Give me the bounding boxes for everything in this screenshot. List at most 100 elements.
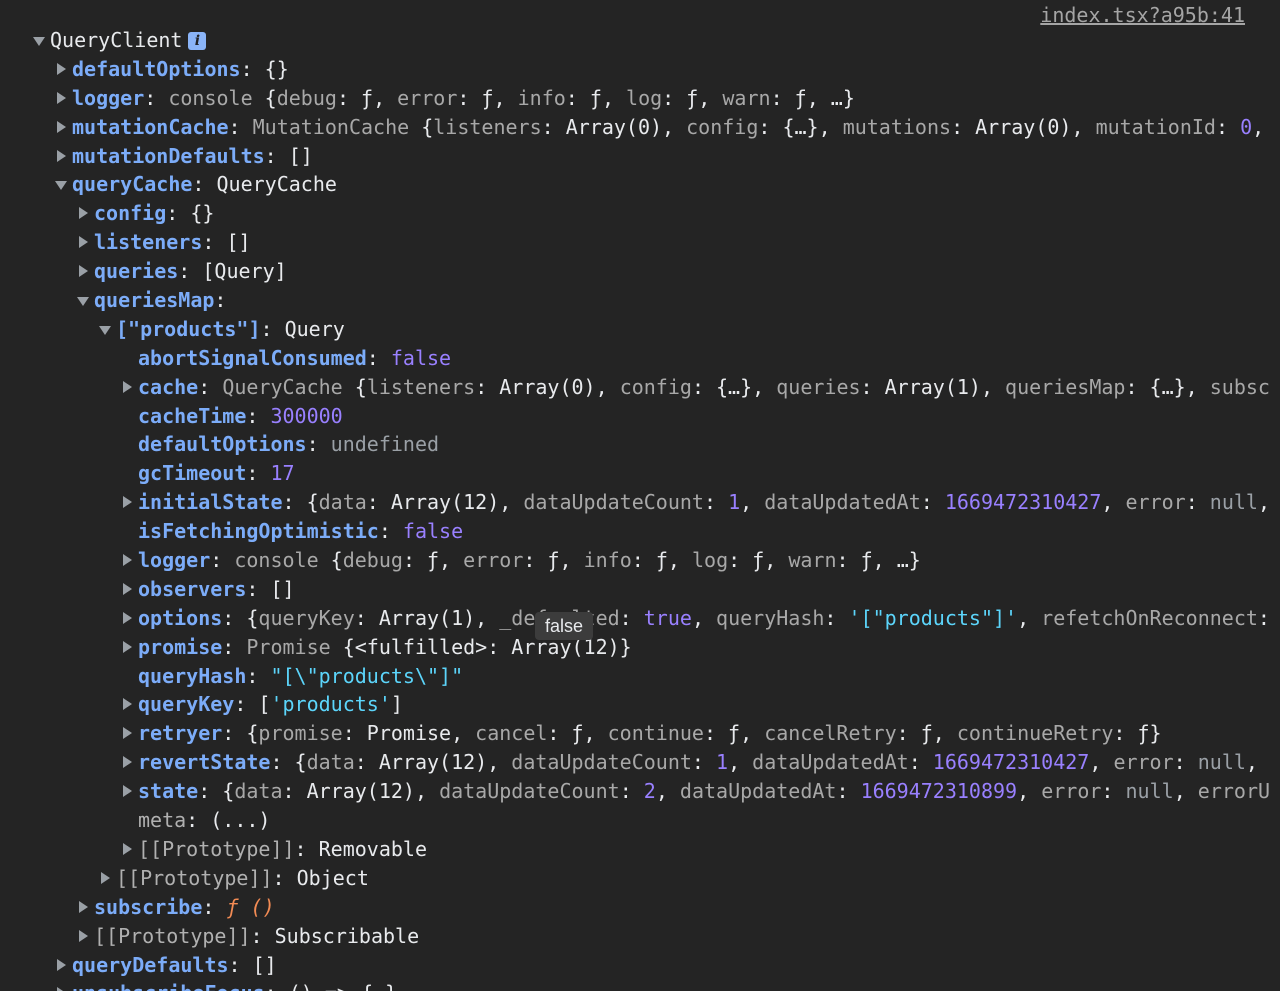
- collapse-triangle-icon[interactable]: [76, 257, 92, 286]
- tree-row[interactable]: initialState: {data: Array(12), dataUpda…: [0, 488, 1280, 517]
- collapse-triangle-icon[interactable]: [76, 228, 92, 257]
- property-value: 300000: [270, 403, 343, 428]
- tree-row[interactable]: logger: console {debug: ƒ, error: ƒ, inf…: [0, 546, 1280, 575]
- property-key: options: [138, 605, 223, 630]
- property-value: {: [264, 85, 277, 110]
- tree-row-content: logger: console {debug: ƒ, error: ƒ, inf…: [72, 84, 855, 113]
- property-value: : [Query]: [178, 259, 287, 284]
- collapse-triangle-icon[interactable]: [120, 604, 136, 633]
- expand-triangle-icon[interactable]: [32, 26, 48, 55]
- tree-row-content: cacheTime: 300000: [138, 402, 343, 431]
- tree-row[interactable]: [[Prototype]]: Removable: [0, 835, 1280, 864]
- property-value: :: [378, 519, 403, 544]
- tree-row[interactable]: config: {}: [0, 199, 1280, 228]
- property-value: data: [318, 490, 367, 515]
- property-value: :: [214, 288, 227, 313]
- property-value: MutationCache: [252, 114, 422, 139]
- tree-row[interactable]: unsubscribeFocus: () => {…}: [0, 979, 1280, 991]
- tree-row[interactable]: mutationCache: MutationCache {listeners:…: [0, 113, 1280, 142]
- property-value: : () => {…}: [265, 981, 397, 991]
- tree-row[interactable]: QueryClient i: [0, 26, 1280, 55]
- tree-row[interactable]: logger: console {debug: ƒ, error: ƒ, inf…: [0, 84, 1280, 113]
- property-value: info: [583, 548, 632, 573]
- collapse-triangle-icon[interactable]: [76, 893, 92, 922]
- collapse-triangle-icon[interactable]: [120, 373, 136, 402]
- property-value: : ƒ,: [631, 548, 692, 573]
- property-value: : Query: [260, 316, 345, 341]
- property-value: : {}: [240, 56, 289, 81]
- collapse-triangle-icon[interactable]: [120, 777, 136, 806]
- tree-row[interactable]: promise: Promise {<fulfilled>: Array(12)…: [0, 633, 1280, 662]
- collapse-triangle-icon[interactable]: [76, 922, 92, 951]
- expand-triangle-icon[interactable]: [76, 286, 92, 315]
- source-location-link[interactable]: index.tsx?a95b:41: [1040, 3, 1245, 27]
- tree-row[interactable]: queriesMap:: [0, 286, 1280, 315]
- collapse-triangle-icon[interactable]: [120, 633, 136, 662]
- property-value: refetchOnReconnect: [1041, 605, 1258, 630]
- property-value: : {}: [166, 201, 215, 226]
- collapse-triangle-icon[interactable]: [54, 142, 70, 171]
- collapse-triangle-icon[interactable]: [54, 84, 70, 113]
- tree-row[interactable]: queries: [Query]: [0, 257, 1280, 286]
- property-value: queriesMap: [1005, 374, 1126, 399]
- tree-row: abortSignalConsumed: false: [0, 344, 1280, 373]
- property-value: "[\"products\"]": [270, 663, 464, 688]
- collapse-triangle-icon[interactable]: [120, 546, 136, 575]
- collapse-triangle-icon[interactable]: [120, 748, 136, 777]
- tree-row[interactable]: [[Prototype]]: Object: [0, 864, 1280, 893]
- property-key: subscribe: [94, 894, 203, 919]
- tree-row[interactable]: cache: QueryCache {listeners: Array(0), …: [0, 373, 1280, 402]
- tree-row[interactable]: defaultOptions: {}: [0, 55, 1280, 84]
- expand-triangle-icon[interactable]: [98, 315, 114, 344]
- collapse-triangle-icon[interactable]: [54, 979, 70, 991]
- property-value: {: [421, 114, 434, 139]
- tree-row[interactable]: ["products"]: Query: [0, 315, 1280, 344]
- collapse-triangle-icon[interactable]: [120, 690, 136, 719]
- tree-row[interactable]: [[Prototype]]: Subscribable: [0, 922, 1280, 951]
- info-icon[interactable]: i: [188, 32, 207, 50]
- property-value: : QueryCache: [192, 172, 337, 197]
- property-value: :: [770, 85, 795, 110]
- expand-triangle-icon[interactable]: [54, 170, 70, 199]
- property-value: : Object: [272, 865, 369, 890]
- collapse-triangle-icon[interactable]: [120, 575, 136, 604]
- tree-row[interactable]: options: {queryKey: Array(1), _defaulted…: [0, 604, 1280, 633]
- collapse-triangle-icon[interactable]: [76, 199, 92, 228]
- property-value: :: [202, 894, 227, 919]
- collapse-triangle-icon[interactable]: [54, 113, 70, 142]
- property-value: : {: [222, 605, 259, 630]
- property-value: :: [619, 779, 644, 804]
- tree-row[interactable]: subscribe: ƒ (): [0, 893, 1280, 922]
- tree-row[interactable]: observers: []: [0, 575, 1280, 604]
- property-key: logger: [72, 85, 145, 110]
- property-value: :: [210, 548, 235, 573]
- property-key: unsubscribeFocus: [72, 981, 265, 991]
- property-key: revertState: [138, 750, 271, 775]
- property-value: :: [246, 403, 271, 428]
- property-value: ,: [740, 490, 765, 515]
- collapse-triangle-icon[interactable]: [54, 951, 70, 980]
- tree-row[interactable]: state: {data: Array(12), dataUpdateCount…: [0, 777, 1280, 806]
- tree-row-content: ["products"]: Query: [116, 315, 345, 344]
- tree-row[interactable]: queryDefaults: []: [0, 951, 1280, 980]
- collapse-triangle-icon[interactable]: [120, 719, 136, 748]
- collapse-triangle-icon[interactable]: [54, 55, 70, 84]
- collapse-triangle-icon[interactable]: [98, 864, 114, 893]
- property-value: warn: [788, 548, 837, 573]
- property-key: queries: [94, 259, 179, 284]
- tree-row[interactable]: listeners: []: [0, 228, 1280, 257]
- tree-row-content: config: {}: [94, 199, 214, 228]
- tree-row-content: queryHash: "[\"products\"]": [138, 662, 463, 691]
- property-value: :: [246, 461, 271, 486]
- tree-row[interactable]: revertState: {data: Array(12), dataUpdat…: [0, 748, 1280, 777]
- collapse-triangle-icon[interactable]: [120, 835, 136, 864]
- property-value: : ƒ,: [402, 548, 464, 573]
- tree-row[interactable]: mutationDefaults: []: [0, 142, 1280, 171]
- collapse-triangle-icon[interactable]: [120, 488, 136, 517]
- tree-row[interactable]: retryer: {promise: Promise, cancel: ƒ, c…: [0, 719, 1280, 748]
- tree-row[interactable]: queryKey: ['products']: [0, 690, 1280, 719]
- property-value: :: [908, 750, 933, 775]
- property-value: data: [234, 779, 283, 804]
- tree-row[interactable]: queryCache: QueryCache: [0, 170, 1280, 199]
- property-value: : Array(0),: [475, 374, 620, 399]
